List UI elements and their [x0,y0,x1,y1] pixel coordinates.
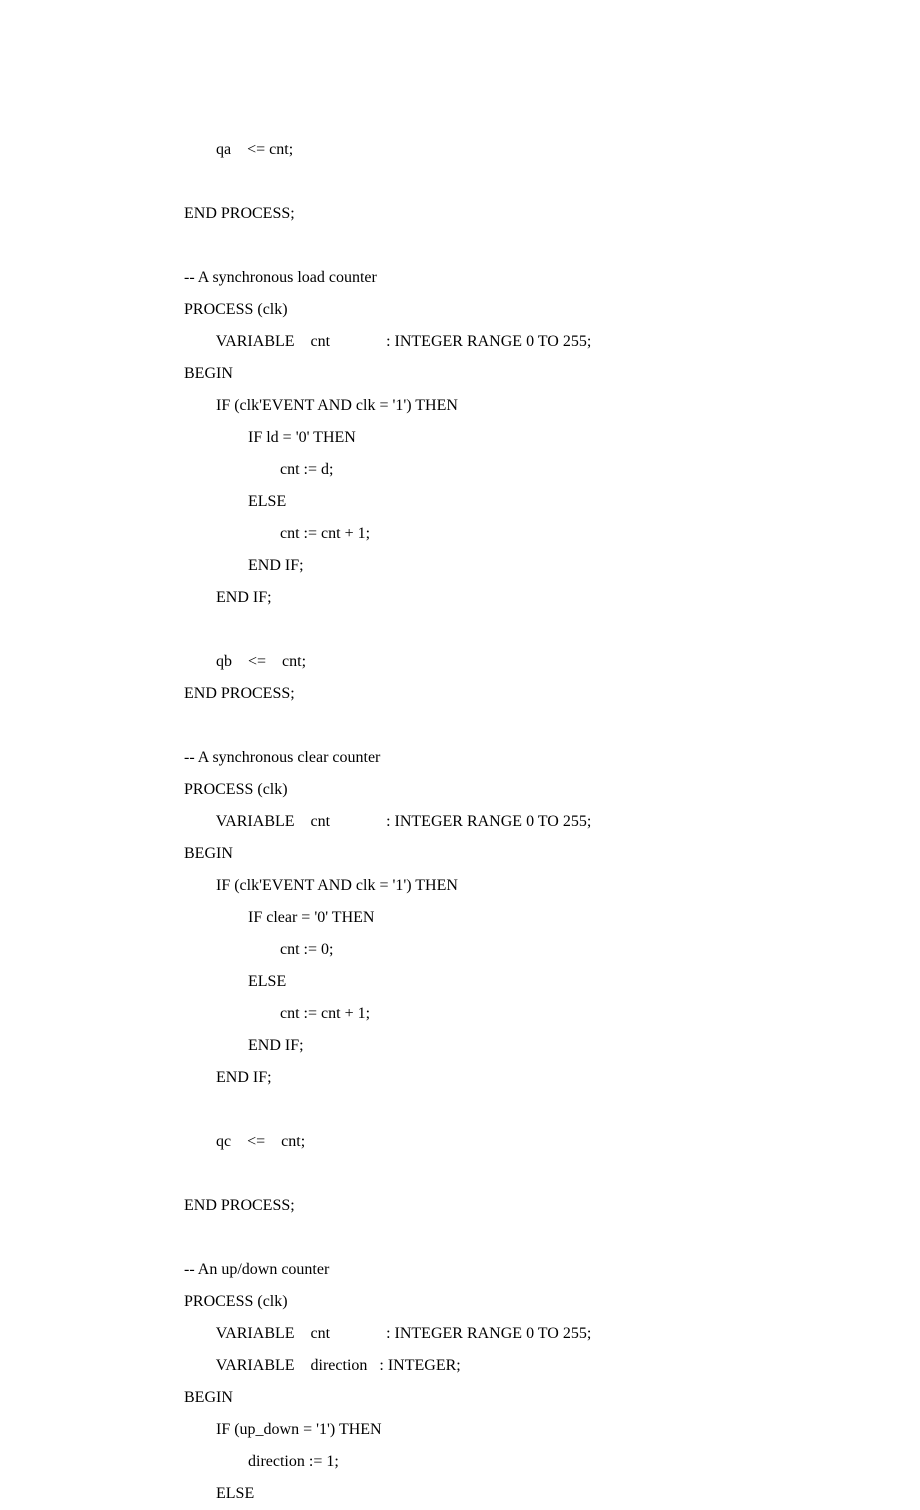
code-block: qa <= cnt; END PROCESS; -- A synchronous… [184,134,920,1510]
document-page: qa <= cnt; END PROCESS; -- A synchronous… [0,0,920,1510]
